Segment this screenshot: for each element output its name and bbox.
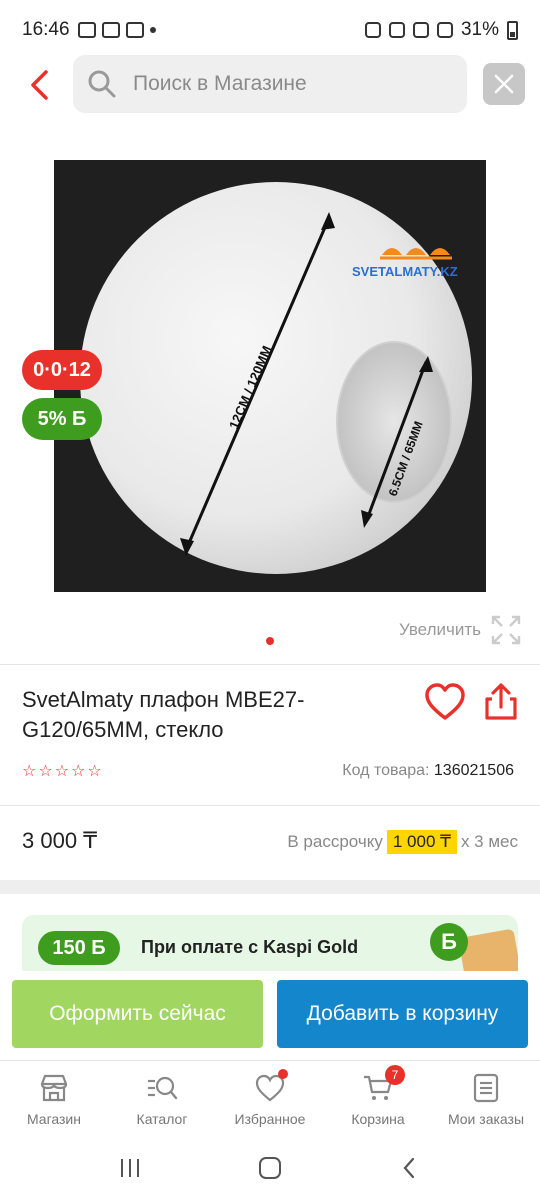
product-title: SvetAlmaty плафон MBE27-G120/65MM, стекл… [22,687,305,742]
system-navigation [0,1136,540,1200]
search-input[interactable] [133,72,433,96]
shop-icon [40,1074,68,1102]
star-icon: ☆ [22,763,37,780]
recent-apps-button[interactable] [110,1148,150,1188]
signal-icon [436,22,453,38]
home-button[interactable] [250,1148,290,1188]
nav-shop[interactable]: Магазин [0,1061,108,1136]
bottom-navigation: Магазин Каталог Избранное 7 Корзина Мои … [0,1060,540,1136]
installment-info[interactable]: В рассрочку 1 000 ₸ x 3 мес [287,830,518,854]
close-button[interactable] [483,63,525,105]
nav-label: Магазин [26,1111,81,1127]
battery-percent: 31% [460,19,499,40]
heart-icon [425,683,465,720]
star-icon: ☆ [38,763,53,780]
search-header [0,55,540,115]
tiktok-icon [101,22,120,38]
status-bar: 16:46 31% [0,0,540,60]
rating-stars[interactable]: ☆ ☆ ☆ ☆ ☆ [22,764,102,780]
kaspi-gold-promo[interactable]: 150 Б При оплате с Kaspi Gold Б [22,915,518,971]
clock-icon [388,22,405,38]
product-code-value: 136021506 [433,762,514,779]
orders-icon [473,1073,499,1103]
product-image[interactable]: 12CM / 120MM 6.5CM / 65MM SVETALMATY.KZ [54,160,486,592]
add-to-cart-button[interactable]: Добавить в корзину [277,980,528,1048]
nav-label: Избранное [234,1111,306,1127]
wifi-icon [412,22,429,38]
nav-label: Корзина [351,1111,405,1127]
share-icon [485,683,517,720]
system-status: 31% [364,19,518,41]
zoom-button[interactable]: Увеличить [399,615,521,645]
divider [0,805,540,806]
star-icon: ☆ [54,763,70,780]
gallery-icon [125,22,144,38]
kaspi-card-icon [458,928,518,971]
promo-text: При оплате с Kaspi Gold [141,937,359,957]
product-photo: 12CM / 120MM 6.5CM / 65MM SVETALMATY.KZ [54,160,486,592]
home-icon [259,1157,281,1179]
bonus-badge: 5% Б [22,398,102,440]
promo-bonus-badge: 150 Б [38,931,120,965]
back-icon [403,1157,415,1179]
installment-amount: 1 000 ₸ [386,830,457,854]
share-button[interactable] [482,682,520,722]
more-notifications-icon [149,27,156,33]
product-price: 3 000 ₸ [22,828,98,853]
expand-icon [491,615,521,645]
cart-count-badge: 7 [385,1065,405,1085]
alarm-icon [364,22,381,38]
buy-now-button[interactable]: Оформить сейчас [12,980,263,1048]
installment-prefix: В рассрочку [287,832,383,851]
nav-label: Каталог [136,1111,188,1127]
search-icon [88,70,116,98]
recent-apps-icon [121,1159,139,1177]
catalog-search-icon [148,1076,178,1100]
star-icon: ☆ [71,763,86,780]
system-back-button[interactable] [390,1148,430,1188]
star-icon: ☆ [87,763,102,780]
back-button[interactable] [22,65,58,105]
chevron-left-icon [31,70,48,100]
product-code-label: Код товара: [342,762,430,779]
brand-text: SVETALMATY.KZ [352,264,458,279]
nav-catalog[interactable]: Каталог [108,1061,216,1136]
notification-dot [278,1069,288,1079]
carousel-indicator [266,637,274,645]
close-icon [494,74,514,94]
search-bar[interactable] [73,55,467,113]
installment-suffix: x 3 мес [460,832,518,851]
product-code: Код товара: 136021506 [342,762,514,780]
status-time: 16:46 [22,19,70,40]
nav-orders[interactable]: Мои заказы [432,1061,540,1136]
notification-icons [77,22,156,38]
divider [0,664,540,665]
zoom-label: Увеличить [399,620,481,639]
nav-cart[interactable]: 7 Корзина [324,1061,432,1136]
bonus-coin-icon: Б [430,923,468,961]
installment-badge: 0·0·12 [22,350,102,390]
nav-label: Мои заказы [447,1111,525,1127]
gmail-icon [77,22,96,38]
nav-favorites[interactable]: Избранное [216,1061,324,1136]
battery-icon [507,20,518,40]
section-separator [0,880,540,894]
favorite-button[interactable] [424,682,466,722]
